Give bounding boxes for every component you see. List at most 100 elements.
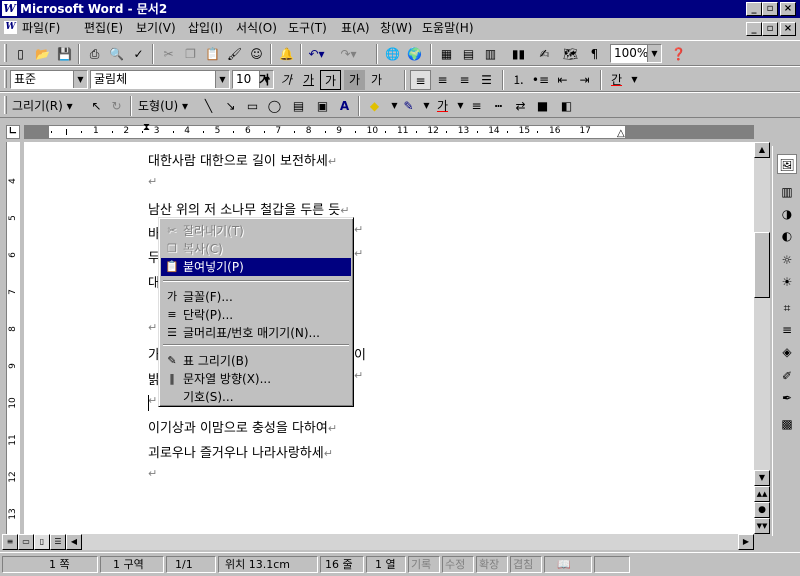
doc-close-button[interactable]: × — [780, 22, 796, 36]
insert-picture-icon[interactable]: 🖼 — [777, 154, 797, 174]
reset-picture-icon[interactable]: ▩ — [777, 414, 797, 434]
line-style-side-icon[interactable]: ≡ — [777, 320, 797, 340]
cut-icon[interactable]: ✂ — [158, 44, 179, 64]
shadow-icon[interactable]: ■ — [532, 96, 553, 116]
book-spelling-icon[interactable]: 📖 — [544, 556, 592, 573]
format-picture-icon[interactable]: ✐ — [777, 366, 797, 386]
first-line-indent-marker[interactable]: ⧗ — [143, 122, 150, 133]
close-button[interactable]: × — [780, 2, 796, 16]
outline-view-icon[interactable]: ☰ — [50, 534, 66, 550]
smiley-icon[interactable]: ☺ — [246, 44, 267, 64]
fill-color-icon[interactable]: ◆ — [364, 96, 385, 116]
italic-button[interactable]: 가 — [276, 70, 297, 90]
less-brightness-icon[interactable]: ☀ — [777, 272, 797, 292]
chevron-down-icon[interactable]: ▼ — [73, 71, 87, 88]
underline-button[interactable]: 가 — [298, 70, 319, 90]
web-toolbar-icon[interactable]: 🌍 — [404, 44, 425, 64]
dash-style-icon[interactable]: ┅ — [488, 96, 509, 116]
scroll-right-icon[interactable]: ▶ — [738, 534, 754, 550]
more-brightness-icon[interactable]: ☼ — [777, 250, 797, 270]
menu-file[interactable]: 파일(F) — [22, 18, 60, 38]
align-left-icon[interactable]: ≡ — [410, 70, 431, 90]
context-menu-symbol[interactable]: 기호(S)... — [161, 388, 351, 406]
tab-selector[interactable]: ∟ — [6, 125, 20, 139]
print-preview-icon[interactable]: 🔍 — [106, 44, 127, 64]
increase-indent-icon[interactable]: ⇥ — [574, 70, 595, 90]
doc-restore-button[interactable]: ▫ — [762, 22, 778, 36]
format-painter-icon[interactable]: 🖌 — [224, 44, 245, 64]
oval-icon[interactable]: ◯ — [264, 96, 285, 116]
insert-table-icon[interactable]: ▤ — [458, 44, 479, 64]
chevron-down-icon[interactable]: ▼ — [624, 70, 645, 90]
char-scale-button[interactable]: 가 — [366, 70, 387, 90]
save-icon[interactable]: 💾 — [54, 44, 75, 64]
style-select[interactable]: 표준 ▼ — [10, 70, 88, 89]
previous-page-icon[interactable]: ▲▲ — [754, 486, 770, 502]
line-icon[interactable]: ╲ — [198, 96, 219, 116]
align-right-icon[interactable]: ≡ — [454, 70, 475, 90]
autoshapes-menu-button[interactable]: 도형(U) ▾ — [138, 96, 198, 116]
menu-insert[interactable]: 삽입(I) — [188, 18, 223, 38]
scroll-left-icon[interactable]: ◀ — [66, 534, 82, 550]
horizontal-scrollbar[interactable]: ≡ ▭ ▯ ☰ ◀ ▶ — [0, 534, 770, 550]
drawing-icon[interactable]: ✍ — [534, 44, 555, 64]
scroll-up-icon[interactable]: ▲ — [754, 142, 770, 158]
open-folder-icon[interactable]: 📂 — [32, 44, 53, 64]
bold-button[interactable]: 가 — [254, 70, 275, 90]
status-trk[interactable]: 수정 — [442, 556, 474, 573]
document-icon[interactable]: W — [4, 21, 17, 34]
online-layout-icon[interactable]: ▭ — [18, 534, 34, 550]
context-menu-paste[interactable]: 📋 붙여넣기(P) — [161, 258, 351, 276]
browse-object-icon[interactable]: ● — [754, 502, 770, 518]
more-contrast-icon[interactable]: ◑ — [777, 204, 797, 224]
context-menu-draw-table[interactable]: ✎ 표 그리기(B) — [161, 352, 351, 370]
minimize-button[interactable]: _ — [746, 2, 762, 16]
align-center-icon[interactable]: ≡ — [432, 70, 453, 90]
new-document-icon[interactable]: ▯ — [10, 44, 31, 64]
columns-icon[interactable]: ▮▮ — [508, 44, 529, 64]
draw-menu-button[interactable]: 그리기(R) ▾ — [12, 96, 82, 116]
free-rotate-icon[interactable]: ↻ — [106, 96, 127, 116]
insert-excel-icon[interactable]: ▥ — [480, 44, 501, 64]
char-shading-button[interactable]: 가 — [344, 70, 365, 90]
3d-icon[interactable]: ◧ — [556, 96, 577, 116]
set-transparent-icon[interactable]: ✒ — [777, 388, 797, 408]
undo-icon[interactable]: ↶▾ — [306, 44, 327, 64]
status-ovr[interactable]: 겹침 — [510, 556, 542, 573]
print-icon[interactable]: ⎙ — [84, 44, 105, 64]
text-box-icon[interactable]: ▤ — [288, 96, 309, 116]
arrow-icon[interactable]: ↘ — [220, 96, 241, 116]
vertical-scrollbar[interactable]: ▲ ▼ ▲▲ ● ▼▼ — [754, 142, 770, 534]
decrease-indent-icon[interactable]: ⇤ — [552, 70, 573, 90]
menu-edit[interactable]: 편집(E) — [84, 18, 123, 38]
chevron-down-icon[interactable]: ▼ — [215, 71, 229, 88]
bullets-icon[interactable]: •≡ — [530, 70, 551, 90]
context-menu-text-direction[interactable]: ‖ 문자열 방향(X)... — [161, 370, 351, 388]
copy-icon[interactable]: ❐ — [180, 44, 201, 64]
doc-minimize-button[interactable]: _ — [746, 22, 762, 36]
word-app-icon[interactable]: W — [2, 1, 17, 16]
hyperlink-icon[interactable]: 🌐 — [382, 44, 403, 64]
numbering-icon[interactable]: ⒈ — [508, 70, 529, 90]
context-menu-paragraph[interactable]: ≡ 단락(P)... — [161, 306, 351, 324]
less-contrast-icon[interactable]: ◐ — [777, 226, 797, 246]
zoom-select[interactable]: 100% ▼ — [610, 44, 662, 63]
scroll-thumb[interactable] — [754, 232, 770, 298]
menu-format[interactable]: 서식(O) — [236, 18, 277, 38]
next-page-icon[interactable]: ▼▼ — [754, 518, 770, 534]
font-select[interactable]: 굴림체 ▼ — [90, 70, 230, 89]
crop-icon[interactable]: ⌗ — [777, 298, 797, 318]
menu-tools[interactable]: 도구(T) — [288, 18, 327, 38]
wordart-icon[interactable]: ▣ — [312, 96, 333, 116]
context-menu-cut[interactable]: ✂ 잘라내기(T) — [161, 222, 351, 240]
toolbar-grip[interactable] — [4, 44, 7, 62]
menu-table[interactable]: 표(A) — [341, 18, 370, 38]
status-ext[interactable]: 확장 — [476, 556, 508, 573]
bell-icon[interactable]: 🔔 — [276, 44, 297, 64]
tables-borders-icon[interactable]: ▦ — [436, 44, 457, 64]
paste-icon[interactable]: 📋 — [202, 44, 223, 64]
horizontal-ruler[interactable]: ∟ 1 2 3 4 5 6 7 8 9 10 11 12 13 14 15 16 17 ⧗ △ — [0, 122, 772, 142]
clipart-icon[interactable]: A — [334, 96, 355, 116]
text-wrap-icon[interactable]: ◈ — [777, 342, 797, 362]
show-hide-icon[interactable]: ¶ — [584, 44, 605, 64]
